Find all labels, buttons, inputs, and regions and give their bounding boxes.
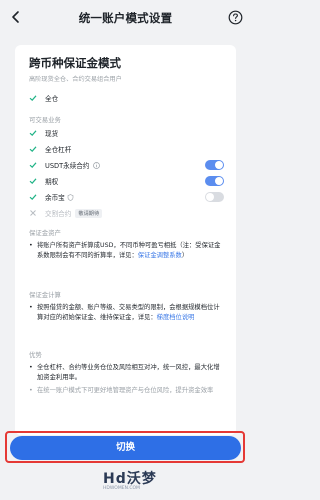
watermark-url: HDWOMEN.COM: [103, 486, 140, 491]
business-item-options: 期权: [29, 176, 58, 186]
mode-subtitle: 高阶现货全仓、合约交易组合用户: [29, 76, 122, 83]
bullet: •: [29, 242, 33, 249]
business-item-label: 交割合约: [45, 210, 72, 218]
assets-description: • 将账户所有资产折算成USD，不同币种可盈亏相抵（注：受保证金系数限制会有不同…: [29, 241, 225, 260]
business-item-label: USDT永续合约: [45, 162, 90, 170]
switch-button[interactable]: 切换: [10, 436, 241, 460]
advantages-description: • 全仓杠杆、合约等业务仓位及风险相互对冲，统一风控，最大化增加资金利用率。: [29, 363, 225, 382]
toggle-knob: [206, 193, 214, 201]
business-item-label: 现货: [45, 130, 59, 138]
check-icon: [29, 146, 37, 153]
info-icon[interactable]: [92, 161, 100, 169]
usdt-perpetual-toggle[interactable]: [205, 160, 224, 170]
business-item-spot: 现货: [29, 128, 58, 138]
top-bar: 统一账户模式设置: [0, 0, 251, 36]
calc-description: • 按照借贷的金额、账户等级、交易类型的限制，会根据规模档位计算对应的初始保证金…: [29, 303, 225, 322]
mode-card: 跨币种保证金模式 高阶现货全仓、合约交易组合用户 全仓 可交易业务 现货 全仓杠…: [15, 45, 236, 435]
check-icon: [29, 194, 37, 201]
bullet: •: [29, 364, 33, 371]
assets-suffix: ）: [181, 251, 189, 259]
business-item-savings: 余币宝: [29, 192, 74, 202]
business-item-cross-margin: 全仓杠杆: [29, 144, 71, 154]
options-toggle[interactable]: [205, 176, 224, 186]
tier-description-link[interactable]: 梯度档位说明: [157, 314, 195, 321]
savings-toggle[interactable]: [205, 192, 224, 202]
business-item-label: 期权: [45, 178, 59, 186]
page-title: 统一账户模式设置: [78, 11, 173, 25]
margin-mode-row: 全仓: [29, 93, 58, 103]
watermark: Hd沃梦 HDWOMEN.COM: [103, 468, 173, 498]
advantages-text: 全仓杠杆、合约等业务仓位及风险相互对冲，统一风控，最大化增加资金利用率。: [37, 364, 220, 381]
assets-text: 将账户所有资产折算成USD，不同币种可盈亏相抵（注：受保证金系数限制会有不同的折…: [37, 242, 221, 259]
help-icon[interactable]: [228, 10, 243, 25]
business-item-label: 余币宝: [45, 194, 65, 202]
bullet: •: [29, 304, 33, 311]
business-item-delivery: 交割合约 敬请期待: [29, 208, 103, 218]
toggle-knob: [215, 177, 223, 185]
check-icon: [29, 95, 37, 102]
assets-text-block: 将账户所有资产折算成USD，不同币种可盈亏相抵（注：受保证金系数限制会有不同的折…: [37, 241, 225, 260]
assets-section-label: 保证金资产: [29, 229, 61, 237]
coming-soon-badge: 敬请期待: [75, 208, 103, 218]
watermark-text: Hd沃梦: [103, 471, 157, 487]
check-icon: [29, 130, 37, 137]
business-item-label: 全仓杠杆: [45, 146, 72, 154]
check-icon: [29, 162, 37, 169]
calc-text-block: 按照借贷的金额、账户等级、交易类型的限制，会根据规模档位计算对应的初始保证金、维…: [37, 303, 225, 322]
mode-title: 跨币种保证金模式: [29, 56, 121, 70]
business-item-usdt-perpetual: USDT永续合约: [29, 160, 100, 170]
calc-section-label: 保证金计算: [29, 291, 61, 299]
advantages-section-label: 优势: [29, 351, 42, 359]
business-section-label: 可交易业务: [29, 116, 61, 124]
shield-icon: [67, 193, 74, 201]
cross-icon: [30, 210, 36, 216]
margin-coefficient-link[interactable]: 保证金调整系数: [138, 252, 182, 259]
margin-mode-label: 全仓: [45, 95, 59, 103]
toggle-knob: [215, 161, 223, 169]
check-icon: [29, 178, 37, 185]
scroll-fade: [15, 395, 236, 435]
